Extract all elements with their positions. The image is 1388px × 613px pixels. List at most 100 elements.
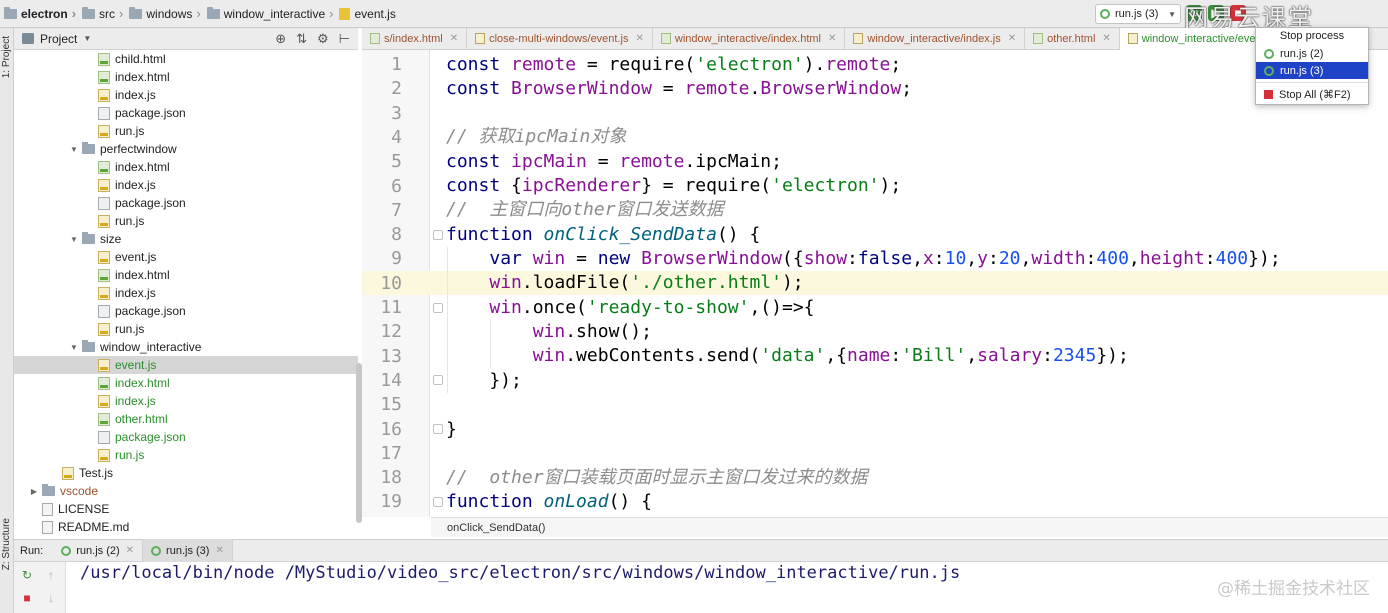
project-icon (22, 33, 34, 44)
code-line-1: const remote = require('electron').remot… (446, 54, 902, 75)
popup-item-run-js-3[interactable]: run.js (3) (1256, 62, 1368, 79)
run-tab-2[interactable]: run.js (3) ✕ (143, 539, 233, 562)
tree-item-label: package.json (115, 106, 186, 120)
close-icon[interactable]: ✕ (215, 545, 223, 556)
tree-item-label: index.js (115, 178, 156, 192)
tree-file[interactable]: event.js (14, 248, 358, 266)
line-number: 13 (380, 345, 402, 367)
tree-file[interactable]: index.html (14, 68, 358, 86)
tree-item-label: other.html (115, 412, 168, 426)
code-line-6: const {ipcRenderer} = require('electron'… (446, 175, 902, 196)
folder-icon (82, 232, 95, 244)
popup-item-run-js-2[interactable]: run.js (2) (1256, 45, 1368, 62)
tree-file[interactable]: package.json (14, 194, 358, 212)
hide-icon[interactable]: ⊢ (339, 31, 350, 47)
tree-item-label: README.md (58, 520, 130, 534)
js-file-icon (98, 448, 110, 462)
editor-tab[interactable]: window_interactive/index.html ✕ (653, 27, 846, 50)
editor-tab[interactable]: other.html ✕ (1025, 27, 1120, 50)
code-line-18: // other窗口装载页面时显示主窗口发过来的数据 (446, 467, 868, 488)
stop-icon[interactable]: ■ (20, 591, 34, 605)
editor-tab[interactable]: s/index.html ✕ (362, 27, 468, 50)
js-file-icon (339, 7, 351, 20)
tree-file[interactable]: index.js (14, 176, 358, 194)
close-icon[interactable]: ✕ (1008, 33, 1016, 44)
watermark-logo: 网易云课堂 (1184, 3, 1314, 32)
editor-tab[interactable]: close-multi-windows/event.js ✕ (467, 27, 653, 50)
json-file-icon (98, 430, 110, 444)
tree-file[interactable]: other.html (14, 410, 358, 428)
tree-file[interactable]: index.html (14, 158, 358, 176)
close-icon[interactable]: ✕ (828, 33, 836, 44)
project-view-select[interactable]: Project (40, 32, 77, 46)
tree-file[interactable]: index.html (14, 266, 358, 284)
breadcrumb-item-electron[interactable]: electron › (4, 6, 80, 21)
tree-file[interactable]: package.json (14, 302, 358, 320)
tree-folder[interactable]: ▼ perfectwindow (14, 140, 358, 158)
tree-folder[interactable]: ▼ size (14, 230, 358, 248)
collapse-icon[interactable]: ⇅ (296, 31, 307, 47)
run-configuration-select[interactable]: run.js (3) ▼ (1095, 4, 1181, 24)
breadcrumb-item-windows[interactable]: windows › (129, 6, 204, 21)
stop-icon (1264, 90, 1273, 99)
tree-file[interactable]: index.js (14, 86, 358, 104)
tab-label: other.html (1047, 32, 1096, 45)
tree-file[interactable]: index.js (14, 392, 358, 410)
close-icon[interactable]: ✕ (450, 33, 458, 44)
chevron-down-icon[interactable]: ▼ (83, 34, 91, 43)
fold-marker-icon[interactable] (433, 303, 443, 313)
chevron-down-icon[interactable]: ▼ (68, 343, 80, 352)
breadcrumb-item-event-js[interactable]: event.js (339, 7, 396, 21)
tree-item-label: LICENSE (58, 502, 110, 516)
tree-file[interactable]: index.html (14, 374, 358, 392)
fold-marker-icon[interactable] (433, 497, 443, 507)
popup-title: Stop process (1279, 30, 1345, 42)
locate-icon[interactable]: ⊕ (275, 31, 286, 47)
tree-file[interactable]: child.html (14, 50, 358, 68)
arrow-up-icon[interactable]: ↑ (44, 568, 58, 582)
editor-tab[interactable]: window_interactive/index.js ✕ (845, 27, 1026, 50)
breadcrumb-item-window-interactive[interactable]: window_interactive › (206, 6, 338, 21)
fold-marker-icon[interactable] (433, 424, 443, 434)
line-number: 10 (380, 272, 402, 294)
tree-folder[interactable]: ▶ vscode (14, 482, 358, 500)
close-icon[interactable]: ✕ (1102, 33, 1110, 44)
code-structure-breadcrumb[interactable]: onClick_SendData() (431, 517, 1388, 537)
chevron-down-icon[interactable]: ▼ (68, 235, 80, 244)
folder-icon (82, 6, 96, 19)
js-file-icon (98, 88, 110, 102)
tree-file[interactable]: run.js (14, 320, 358, 338)
rerun-icon[interactable]: ↻ (20, 568, 34, 582)
tree-item-label: window_interactive (100, 340, 202, 354)
tree-file[interactable]: Test.js (14, 464, 358, 482)
chevron-right-icon[interactable]: ▶ (28, 487, 40, 496)
tree-file[interactable]: LICENSE (14, 500, 358, 518)
console-output[interactable]: /usr/local/bin/node /MyStudio/video_src/… (80, 563, 960, 583)
tree-file[interactable]: run.js (14, 122, 358, 140)
tree-file[interactable]: run.js (14, 446, 358, 464)
tree-folder[interactable]: ▼ window_interactive (14, 338, 358, 356)
fold-marker-icon[interactable] (433, 375, 443, 385)
chevron-down-icon: ▼ (1168, 9, 1176, 19)
tree-file[interactable]: run.js (14, 212, 358, 230)
tree-file[interactable]: index.js (14, 284, 358, 302)
gear-icon[interactable]: ⚙ (317, 31, 329, 47)
structure-tool-button[interactable]: Z: Structure (1, 518, 12, 570)
chevron-down-icon[interactable]: ▼ (68, 145, 80, 154)
html-file-icon (660, 33, 671, 44)
breadcrumb-item-src[interactable]: src › (82, 6, 127, 21)
close-icon[interactable]: ✕ (126, 545, 134, 556)
run-tab-1[interactable]: run.js (2) ✕ (53, 539, 144, 562)
close-icon[interactable]: ✕ (635, 33, 643, 44)
popup-divider (1256, 82, 1368, 83)
tree-file[interactable]: package.json (14, 104, 358, 122)
arrow-down-icon[interactable]: ↓ (44, 591, 58, 605)
folder-icon (42, 484, 55, 496)
tree-file[interactable]: README.md (14, 518, 358, 536)
tree-file[interactable]: event.js (14, 356, 358, 374)
stop-all-item[interactable]: Stop All (⌘F2) (1256, 86, 1368, 103)
project-tool-button[interactable]: 1: Project (1, 36, 12, 78)
fold-marker-icon[interactable] (433, 230, 443, 240)
line-number: 19 (380, 491, 402, 513)
tree-file[interactable]: package.json (14, 428, 358, 446)
